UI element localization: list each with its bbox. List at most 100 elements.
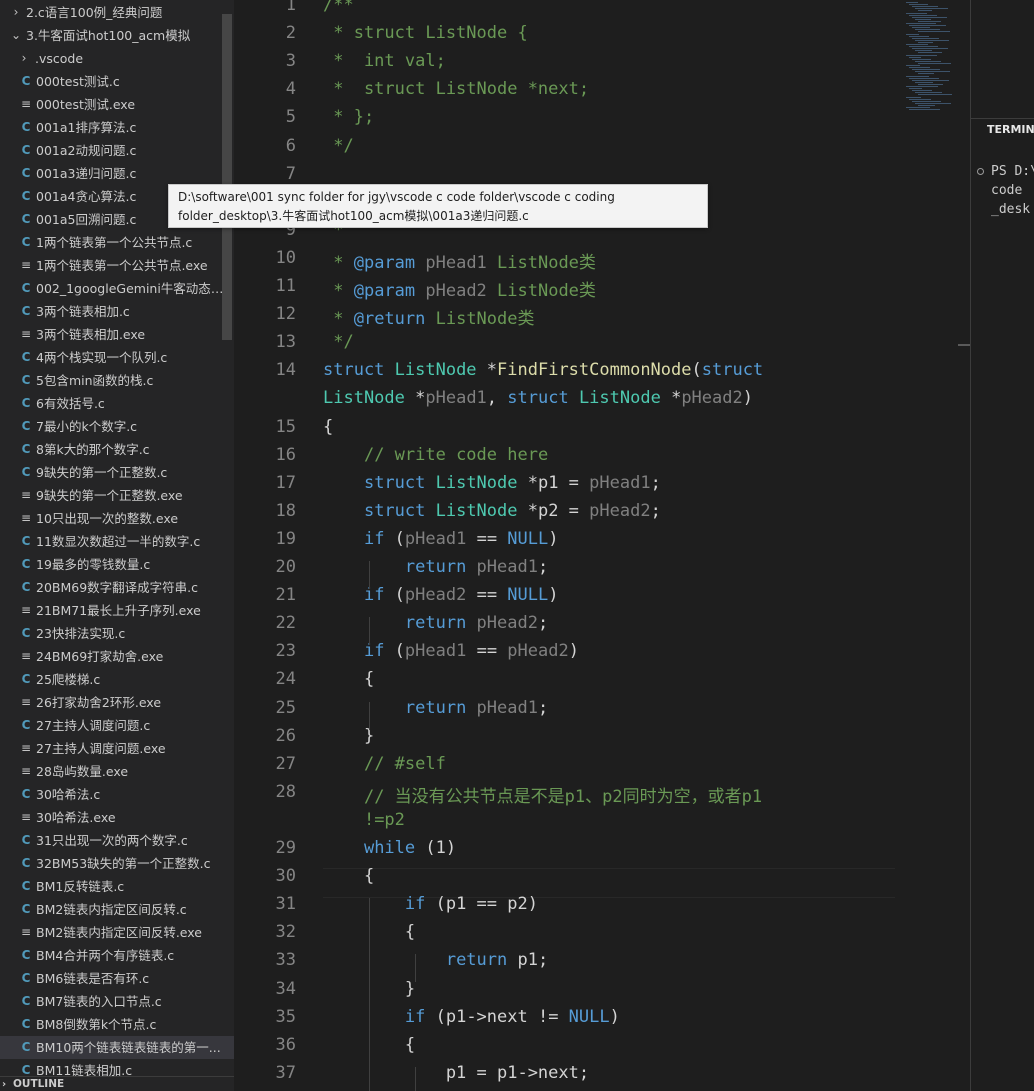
code-line[interactable]: * @return ListNode类 [323,304,535,330]
code-line[interactable]: // 当没有公共节点是不是p1、p2同时为空，或者p1 [323,782,762,807]
explorer-file-item[interactable]: C 6有效括号.c [0,392,234,415]
code-line[interactable]: return pHead2; [323,613,548,633]
code-editor[interactable]: 1234567891011121314151617181920212223242… [234,0,970,1091]
code-line[interactable]: if (p1 == p2) [323,894,538,914]
code-line[interactable]: */ [323,136,353,156]
explorer-file-label: 1两个链表第一个公共节点.exe [36,258,208,273]
explorer-folder[interactable]: › .vscode [0,47,234,70]
explorer-file-item[interactable]: ≡ 3两个链表相加.exe [0,323,234,346]
code-line[interactable]: if (pHead1 == NULL) [323,529,559,549]
explorer-file-item[interactable]: C BM4合并两个有序链表.c [0,944,234,967]
explorer-file-item[interactable]: C 001a3递归问题.c [0,162,234,185]
line-number: 1 [285,0,296,15]
explorer-file-item[interactable]: C 11数显次数超过一半的数字.c [0,530,234,553]
code-line[interactable]: p1 = p1->next; [323,1063,589,1083]
explorer-file-item[interactable]: C 32BM53缺失的第一个正整数.c [0,852,234,875]
explorer-file-item[interactable]: C 001a2动规问题.c [0,139,234,162]
explorer-file-item[interactable]: C BM2链表内指定区间反转.c [0,898,234,921]
code-line[interactable]: */ [323,332,353,352]
code-line[interactable]: // write code here [323,445,548,465]
explorer-file-item[interactable]: ≡ 21BM71最长上升子序列.exe [0,599,234,622]
code-line[interactable]: } [323,726,374,746]
explorer-file-item[interactable]: ≡ 10只出现一次的整数.exe [0,507,234,530]
explorer-file-item[interactable]: ≡ 27主持人调度问题.exe [0,737,234,760]
explorer-file-item[interactable]: ≡ 000test测试.exe [0,93,234,116]
chevron-down-icon[interactable]: ⌄ [10,24,22,47]
code-line[interactable]: struct ListNode *p1 = pHead1; [323,473,661,493]
explorer-file-item[interactable]: C BM8倒数第k个节点.c [0,1013,234,1036]
explorer-file-item[interactable]: C BM7链表的入口节点.c [0,990,234,1013]
explorer-file-item[interactable]: C 5包含min函数的栈.c [0,369,234,392]
explorer-file-item[interactable]: ≡ 24BM69打家劫舍.exe [0,645,234,668]
code-line[interactable]: { [323,866,374,886]
code-line[interactable]: { [323,669,374,689]
code-line[interactable]: { [323,417,333,437]
explorer-file-item[interactable]: C 30哈希法.c [0,783,234,806]
explorer-file-item[interactable]: C 3两个链表相加.c [0,300,234,323]
editor-scrollbar[interactable] [958,344,970,346]
explorer-scrollbar[interactable] [222,14,232,340]
outline-section-header[interactable]: › OUTLINE [0,1076,234,1091]
explorer-folder[interactable]: › 2.c语言100例_经典问题 [0,1,234,24]
explorer-file-item[interactable]: ≡ 28岛屿数量.exe [0,760,234,783]
code-token: pHead1 [425,388,487,409]
explorer-file-item[interactable]: C 002_1googleGemini牛客动态规... [0,277,234,300]
code-line[interactable]: return pHead1; [323,698,548,718]
code-line[interactable]: !=p2 [323,810,405,830]
code-line[interactable]: if (pHead2 == NULL) [323,585,559,605]
code-line[interactable]: * int val; [323,51,446,71]
minimap-line [912,16,947,18]
explorer-file-item[interactable]: C 20BM69数字翻译成字符串.c [0,576,234,599]
explorer-file-item[interactable]: C 23快排法实现.c [0,622,234,645]
code-line[interactable]: * }; [323,107,374,127]
code-line[interactable]: * struct ListNode *next; [323,79,589,99]
explorer-file-item[interactable]: ≡ 9缺失的第一个正整数.exe [0,484,234,507]
explorer-file-item[interactable]: C BM10两个链表链表链表的第一... [0,1036,234,1059]
explorer-file-item[interactable]: ≡ BM2链表内指定区间反转.exe [0,921,234,944]
explorer-file-item[interactable]: C 7最小的k个数字.c [0,415,234,438]
explorer-file-item[interactable]: ≡ 26打家劫舍2环形.exe [0,691,234,714]
c-file-icon: C [21,971,31,985]
code-line[interactable]: /** [323,0,354,15]
code-line[interactable]: if (p1->next != NULL) [323,1007,620,1027]
chevron-right-icon[interactable]: › [2,1077,6,1091]
explorer-file-item[interactable]: C 001a1排序算法.c [0,116,234,139]
explorer-file-item[interactable]: C BM6链表是否有环.c [0,967,234,990]
explorer-file-item[interactable]: C 27主持人调度问题.c [0,714,234,737]
code-line[interactable]: struct ListNode *p2 = pHead2; [323,501,661,521]
explorer-file-item[interactable]: C 9缺失的第一个正整数.c [0,461,234,484]
chevron-right-icon[interactable]: › [10,1,22,24]
code-token: == [466,585,508,606]
explorer-file-item[interactable]: C 8第k大的那个数字.c [0,438,234,461]
explorer-file-item[interactable]: ≡ 1两个链表第一个公共节点.exe [0,254,234,277]
code-line[interactable]: ListNode *pHead1, struct ListNode *pHead… [323,388,753,408]
explorer-folder[interactable]: ⌄ 3.牛客面试hot100_acm模拟 [0,24,234,47]
code-line[interactable]: if (pHead1 == pHead2) [323,641,579,661]
code-line[interactable]: return p1; [323,950,548,970]
exe-file-icon: ≡ [20,511,32,525]
minimap-line [906,107,930,108]
explorer-file-label: 31只出现一次的两个数字.c [36,833,188,848]
code-line[interactable]: * @param pHead2 ListNode类 [323,276,596,301]
chevron-right-icon[interactable]: › [18,47,30,70]
explorer-file-item[interactable]: C 25爬楼梯.c [0,668,234,691]
minimap[interactable] [902,0,962,120]
code-line[interactable]: // #self [323,754,446,774]
code-line[interactable]: * @param pHead1 ListNode类 [323,248,596,273]
minimap-line [912,6,938,8]
code-token: ListNode类 [425,309,535,330]
code-line[interactable]: * struct ListNode { [323,23,527,43]
explorer-file-item[interactable]: C 4两个栈实现一个队列.c [0,346,234,369]
explorer-file-item[interactable]: C 19最多的零钱数量.c [0,553,234,576]
explorer-file-item[interactable]: ≡ 30哈希法.exe [0,806,234,829]
code-line[interactable]: while (1) [323,838,456,858]
explorer-file-item[interactable]: C 31只出现一次的两个数字.c [0,829,234,852]
explorer-file-item[interactable]: C BM1反转链表.c [0,875,234,898]
explorer-file-item[interactable]: C 000test测试.c [0,70,234,93]
explorer-file-item[interactable]: C 1两个链表第一个公共节点.c [0,231,234,254]
tab-terminal[interactable]: TERMINAL [987,123,1034,136]
code-line[interactable]: struct ListNode *FindFirstCommonNode(str… [323,360,763,380]
code-token: ) [548,585,559,606]
terminal-panel[interactable]: TERMINAL PS D:\ code _desk [970,0,1034,1091]
code-line[interactable]: return pHead1; [323,557,548,577]
